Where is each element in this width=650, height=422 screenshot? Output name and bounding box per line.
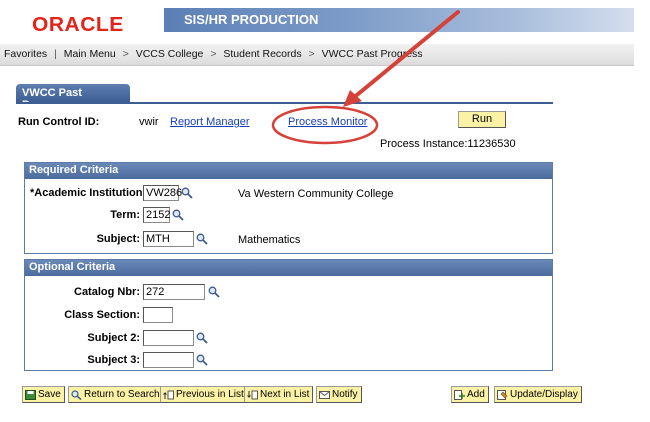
run-button[interactable]: Run	[458, 111, 506, 128]
update-display-button[interactable]: Update/Display	[494, 386, 582, 403]
previous-in-list-button[interactable]: Previous in List	[160, 386, 248, 403]
next-in-list-label: Next in List	[260, 389, 310, 400]
breadcrumb-separator: |	[54, 48, 57, 60]
academic-institution-input[interactable]: VW286	[143, 185, 182, 201]
chevron-right-icon: >	[308, 48, 315, 60]
return-to-search-label: Return to Search	[84, 389, 160, 400]
save-label: Save	[38, 389, 61, 400]
subject-description: Mathematics	[238, 234, 301, 246]
subject-3-input[interactable]	[143, 352, 194, 368]
run-control-label: Run Control ID:	[18, 116, 100, 128]
breadcrumb-favorites[interactable]: Favorites	[4, 48, 47, 60]
add-icon	[454, 389, 465, 400]
tab-vwcc-past-progress[interactable]: VWCC Past Progress	[16, 84, 130, 111]
arrow-up-list-icon	[163, 390, 174, 400]
report-manager-link[interactable]: Report Manager	[170, 116, 250, 128]
chevron-right-icon: >	[210, 48, 217, 60]
arrow-down-list-icon	[247, 390, 258, 400]
search-icon[interactable]	[196, 233, 208, 245]
subject-input[interactable]: MTH	[143, 231, 194, 247]
search-icon	[71, 389, 82, 400]
term-input[interactable]: 2152	[143, 207, 170, 223]
banner: ORACLE SIS/HR PRODUCTION	[0, 0, 634, 44]
add-label: Add	[467, 389, 485, 400]
term-label: Term:	[110, 209, 140, 221]
search-icon[interactable]	[172, 209, 184, 221]
academic-institution-description: Va Western Community College	[238, 188, 394, 200]
search-icon[interactable]	[208, 286, 220, 298]
academic-institution-label: *Academic Institution:	[30, 187, 147, 199]
breadcrumb: Favorites | Main Menu > VCCS College > S…	[0, 44, 634, 66]
optional-criteria-title: Optional Criteria	[25, 260, 552, 276]
save-icon	[25, 389, 36, 400]
class-section-label: Class Section:	[64, 309, 140, 321]
process-instance: Process Instance:11236530	[380, 138, 516, 150]
previous-in-list-label: Previous in List	[176, 389, 244, 400]
breadcrumb-vccs-college[interactable]: VCCS College	[136, 48, 204, 60]
return-to-search-button[interactable]: Return to Search	[68, 386, 164, 403]
breadcrumb-vwcc-past-progress[interactable]: VWCC Past Progress	[322, 48, 423, 60]
search-icon[interactable]	[196, 354, 208, 366]
tab-underline	[16, 102, 553, 104]
update-display-icon	[497, 389, 508, 400]
process-monitor-link[interactable]: Process Monitor	[288, 116, 367, 128]
notify-icon	[319, 390, 330, 400]
notify-button[interactable]: Notify	[316, 386, 362, 403]
next-in-list-button[interactable]: Next in List	[244, 386, 314, 403]
chevron-right-icon: >	[122, 48, 129, 60]
run-control-value: vwir	[139, 116, 159, 128]
breadcrumb-student-records[interactable]: Student Records	[223, 48, 301, 60]
catalog-nbr-label: Catalog Nbr:	[74, 286, 140, 298]
subject-2-label: Subject 2:	[87, 332, 140, 344]
save-button[interactable]: Save	[22, 386, 65, 403]
search-icon[interactable]	[181, 187, 193, 199]
notify-label: Notify	[332, 389, 358, 400]
required-criteria-title: Required Criteria	[25, 163, 552, 179]
oracle-logo: ORACLE	[32, 14, 124, 36]
add-button[interactable]: Add	[451, 386, 489, 403]
breadcrumb-main-menu[interactable]: Main Menu	[64, 48, 116, 60]
banner-bar: SIS/HR PRODUCTION	[164, 8, 634, 32]
subject-label: Subject:	[96, 233, 140, 245]
class-section-input[interactable]	[143, 307, 173, 323]
annotation-arrow-head	[343, 90, 362, 107]
catalog-nbr-input[interactable]: 272	[143, 284, 205, 300]
search-icon[interactable]	[196, 332, 208, 344]
update-display-label: Update/Display	[510, 389, 578, 400]
banner-title: SIS/HR PRODUCTION	[184, 12, 319, 27]
subject-2-input[interactable]	[143, 330, 194, 346]
subject-3-label: Subject 3:	[87, 354, 140, 366]
